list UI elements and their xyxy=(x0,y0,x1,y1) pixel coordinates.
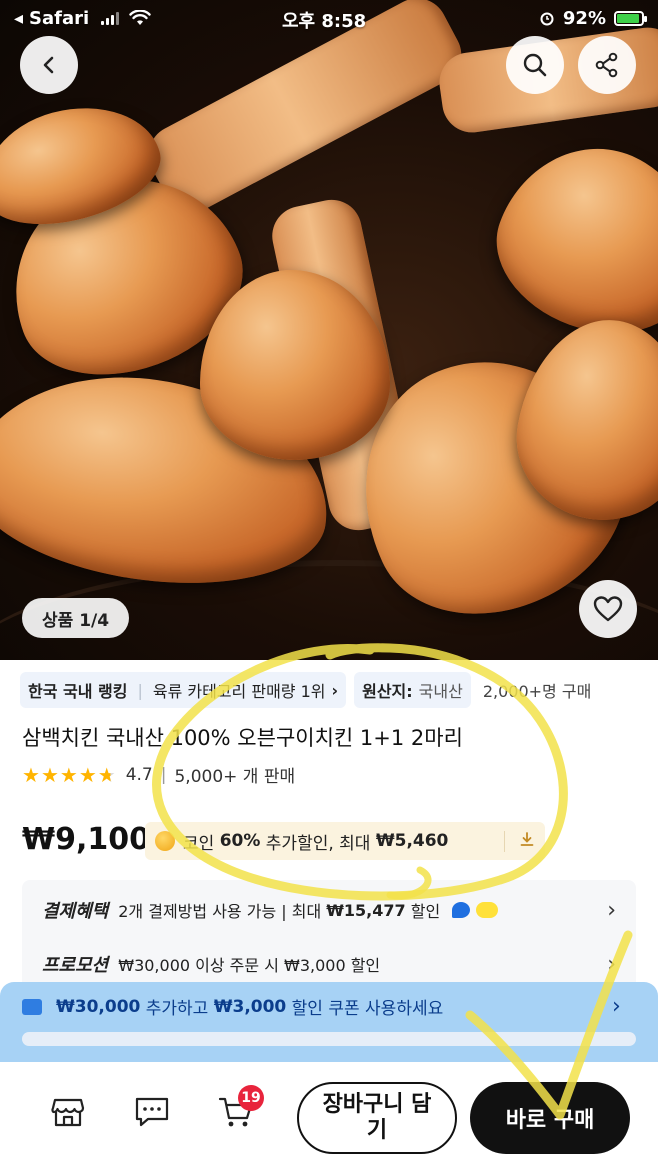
rating-divider: | xyxy=(160,764,167,785)
coin-text-middle: 추가할인, 최대 xyxy=(260,833,376,854)
store-button[interactable] xyxy=(48,1092,88,1132)
star-icon: ★ xyxy=(22,762,40,787)
origin-label: 원산지: xyxy=(362,682,413,701)
coin-text-prefix: 코인 xyxy=(183,833,220,854)
clock: 오후 8:58 xyxy=(282,11,367,32)
ranking-label: 한국 국내 랭킹 xyxy=(28,682,128,701)
star-icon: ★ xyxy=(78,762,97,787)
star-icon: ★ xyxy=(59,762,78,787)
search-button[interactable] xyxy=(506,36,564,94)
cart-count-badge: 19 xyxy=(238,1085,264,1111)
payment-benefit-prefix: 2개 결제방법 사용 가능 | 최대 xyxy=(118,902,327,921)
coupon-message[interactable]: ₩30,000 추가하고 ₩3,000 할인 쿠폰 사용하세요 xyxy=(22,994,443,1019)
star-half-icon: ★ xyxy=(97,762,116,787)
heart-icon xyxy=(593,596,623,622)
battery-percent: 92% xyxy=(562,7,606,29)
ranking-chip[interactable]: 한국 국내 랭킹 | 육류 카테고리 판매량 1위 › xyxy=(20,672,347,708)
promotion-text: ₩30,000 이상 주문 시 ₩3,000 할인 xyxy=(118,956,381,975)
chevron-right-icon: › xyxy=(331,680,339,700)
coupon-discount: ₩3,000 xyxy=(213,996,287,1017)
wishlist-button[interactable] xyxy=(579,580,637,638)
download-icon xyxy=(520,831,534,846)
star-icon: ★ xyxy=(40,762,59,787)
chevron-right-icon: › xyxy=(607,951,616,977)
promotion-label: 프로모션 xyxy=(42,955,109,976)
battery-icon xyxy=(614,10,647,26)
coupon-threshold: ₩30,000 xyxy=(56,996,141,1017)
status-right: 92% xyxy=(539,7,647,29)
ticket-icon xyxy=(22,998,42,1015)
product-title: 삼백치킨 국내산 100% 오븐구이치킨 1+1 2마리 xyxy=(22,726,463,750)
ranking-value: 육류 카테고리 판매량 1위 xyxy=(152,682,326,701)
payment-benefit-row[interactable]: 결제혜택 2개 결제방법 사용 가능 | 최대 ₩15,477 할인 › xyxy=(42,890,616,930)
store-icon xyxy=(51,1098,85,1127)
coin-discount-banner[interactable]: 코인 60% 추가할인, 최대 ₩5,460 xyxy=(145,822,545,860)
search-icon xyxy=(523,53,547,77)
buy-now-button[interactable]: 바로 구매 xyxy=(470,1082,630,1154)
product-image[interactable] xyxy=(0,0,658,660)
coin-icon xyxy=(155,831,175,851)
payment-benefit-suffix: 할인 xyxy=(405,902,441,921)
image-page-indicator: 상품 1/4 xyxy=(22,598,130,638)
coupon-text-middle: 추가하고 xyxy=(140,999,214,1019)
info-chips: 한국 국내 랭킹 | 육류 카테고리 판매량 1위 › 원산지: 국내산 2,0… xyxy=(20,672,658,708)
status-left[interactable]: ◂ Safari xyxy=(14,8,151,29)
share-icon xyxy=(595,52,618,78)
payment-method-1-icon xyxy=(452,902,471,918)
payment-benefit-label: 결제혜택 xyxy=(42,901,109,922)
back-app-chevron-icon: ◂ xyxy=(14,7,24,29)
coin-percent: 60% xyxy=(219,831,261,851)
buyers-count: 2,000+명 구매 xyxy=(482,682,592,701)
sold-count: 5,000+ 개 판매 xyxy=(174,767,296,787)
chevron-right-icon[interactable]: › xyxy=(612,994,621,1019)
status-bar: ◂ Safari 오후 8:58 92% xyxy=(0,0,658,36)
payment-benefit-amount: ₩15,477 xyxy=(326,900,406,920)
star-rating: ★ ★ ★ ★ ★ xyxy=(22,765,116,785)
coupon-progress-bar xyxy=(22,1032,636,1046)
back-arrow-icon xyxy=(43,56,54,74)
chat-icon xyxy=(135,1097,169,1127)
rating-value: 4.7 xyxy=(125,764,153,785)
cellular-signal-icon xyxy=(101,11,120,25)
product-price: ₩9,100 xyxy=(22,822,150,857)
payment-method-icons xyxy=(452,902,499,918)
back-app-label: Safari xyxy=(29,7,90,29)
add-to-cart-button[interactable]: 장바구니 담기 xyxy=(297,1082,457,1154)
promotion-row[interactable]: 프로모션 ₩30,000 이상 주문 시 ₩3,000 할인 › xyxy=(42,944,616,984)
payment-method-2-icon xyxy=(476,902,499,918)
chip-divider: | xyxy=(137,680,143,700)
origin-value: 국내산 xyxy=(418,682,463,701)
alarm-icon xyxy=(540,12,554,26)
share-button[interactable] xyxy=(578,36,636,94)
coupon-text-suffix: 할인 쿠폰 사용하세요 xyxy=(286,999,444,1019)
wifi-icon xyxy=(129,10,151,25)
download-coupon-button[interactable] xyxy=(504,830,535,852)
back-button[interactable] xyxy=(20,36,78,94)
coin-max-amount: ₩5,460 xyxy=(375,831,449,851)
benefits-card: 결제혜택 2개 결제방법 사용 가능 | 최대 ₩15,477 할인 › 프로모… xyxy=(22,880,636,990)
origin-chip: 원산지: 국내산 xyxy=(354,672,471,708)
chat-button[interactable] xyxy=(132,1092,172,1132)
rating-row[interactable]: ★ ★ ★ ★ ★ 4.7 | 5,000+ 개 판매 xyxy=(22,762,296,788)
chevron-right-icon: › xyxy=(607,897,616,923)
